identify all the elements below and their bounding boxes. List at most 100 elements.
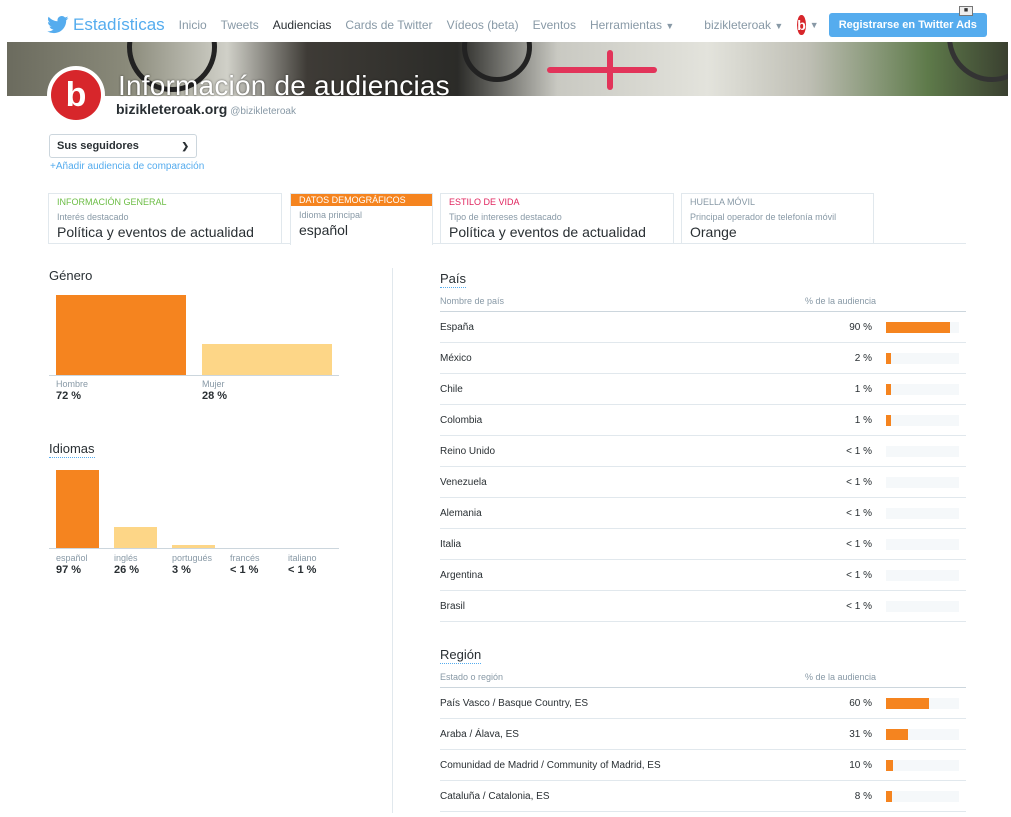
tab-head: INFORMACIÓN GENERAL <box>57 197 167 207</box>
table-row: Brasil < 1 % <box>440 591 966 622</box>
percentage-bar-track <box>886 729 959 740</box>
region-name: Cataluña / Catalonia, ES <box>440 791 550 802</box>
country-pct: < 1 % <box>846 539 872 550</box>
table-row: España 90 % <box>440 312 966 343</box>
tab-datos-demograficos[interactable]: DATOS DEMOGRÁFICOS Idioma principal espa… <box>290 193 433 245</box>
gender-bar-1 <box>202 344 332 375</box>
account-menu[interactable]: bizikleteroak ▼ <box>704 18 783 32</box>
gender-chart <box>56 288 339 375</box>
percentage-bar-track <box>886 791 959 802</box>
percentage-bar <box>886 760 893 771</box>
region-name: Comunidad de Madrid / Community of Madri… <box>440 760 661 771</box>
tab-sub: Tipo de intereses destacado <box>449 212 562 222</box>
bike-wheel-image <box>947 42 1008 82</box>
chevron-down-icon: ▼ <box>665 21 675 31</box>
profile-name[interactable]: bizikleteroak.org @bizikleteroak <box>116 101 296 117</box>
country-name: Brasil <box>440 601 466 612</box>
region-pct: 10 % <box>849 760 872 771</box>
tab-huella-movil[interactable]: HUELLA MÓVIL Principal operador de telef… <box>681 193 874 244</box>
country-pct: 1 % <box>854 415 872 426</box>
bike-rack-image <box>607 50 613 90</box>
country-name: Argentina <box>440 570 483 581</box>
tab-estilo-de-vida[interactable]: ESTILO DE VIDA Tipo de intereses destaca… <box>440 193 674 244</box>
table-row: Cataluña / Catalonia, ES 8 % <box>440 781 966 812</box>
country-col-pct: % de la audiencia <box>805 296 877 306</box>
country-pct: 2 % <box>854 353 872 364</box>
percentage-bar-track <box>886 322 959 333</box>
country-col-name: Nombre de país <box>440 296 505 306</box>
region-pct: 60 % <box>849 698 872 709</box>
table-row: Araba / Álava, ES 31 % <box>440 719 966 750</box>
chevron-down-icon: ▼ <box>774 21 784 31</box>
percentage-bar-track <box>886 384 959 395</box>
tab-value: Política y eventos de actualidad <box>57 224 254 240</box>
gender-axis <box>49 375 339 376</box>
audience-select-value: Sus seguidores <box>57 140 139 152</box>
nav-herramientas-label: Herramientas <box>589 18 662 32</box>
nav-inicio[interactable]: Inicio <box>179 18 207 32</box>
table-row: País Vasco / Basque Country, ES 60 % <box>440 688 966 719</box>
nav-eventos[interactable]: Eventos <box>533 18 576 32</box>
tab-head: HUELLA MÓVIL <box>690 197 756 207</box>
percentage-bar <box>886 322 950 333</box>
tab-sub: Idioma principal <box>299 210 363 220</box>
gender-title: Género <box>49 268 93 283</box>
region-col-name: Estado o región <box>440 672 504 682</box>
percentage-bar <box>886 384 891 395</box>
nav-audiencias[interactable]: Audiencias <box>273 18 332 32</box>
languages-title: Idiomas <box>49 441 95 458</box>
lang-pct-frances: < 1 % <box>230 564 259 576</box>
lang-label-frances: francés <box>230 553 260 563</box>
country-name: España <box>440 322 474 333</box>
percentage-bar-track <box>886 353 959 364</box>
region-pct: 8 % <box>854 791 872 802</box>
twitter-ads-signup-button[interactable]: Registrarse en Twitter Ads <box>828 13 987 37</box>
percentage-bar-track <box>886 508 959 519</box>
table-row: Comunidad de Madrid / Community of Madri… <box>440 750 966 781</box>
profile-avatar: b <box>47 66 105 124</box>
tab-head: DATOS DEMOGRÁFICOS <box>291 194 432 206</box>
country-pct: < 1 % <box>846 477 872 488</box>
profile-avatar-logo: b <box>51 70 101 120</box>
nav-cards[interactable]: Cards de Twitter <box>345 18 432 32</box>
table-row: Argentina < 1 % <box>440 560 966 591</box>
percentage-bar <box>886 353 891 364</box>
brand[interactable]: Estadísticas <box>47 15 179 35</box>
percentage-bar-track <box>886 601 959 612</box>
chevron-down-icon[interactable]: ▼ <box>810 20 819 30</box>
gender-label-mujer: Mujer <box>202 379 225 389</box>
add-comparison-link[interactable]: +Añadir audiencia de comparación <box>50 161 204 172</box>
country-pct: 1 % <box>854 384 872 395</box>
tab-sub: Interés destacado <box>57 212 129 222</box>
country-table: País Nombre de país % de la audiencia Es… <box>440 270 966 622</box>
nav-tweets[interactable]: Tweets <box>221 18 259 32</box>
country-name: Chile <box>440 384 463 395</box>
audience-select[interactable]: Sus seguidores ❯ <box>49 134 197 158</box>
tab-value: Política y eventos de actualidad <box>449 224 646 240</box>
percentage-bar-track <box>886 698 959 709</box>
percentage-bar-track <box>886 446 959 457</box>
region-table: Región Estado o región % de la audiencia… <box>440 646 966 812</box>
nav-videos[interactable]: Vídeos (beta) <box>447 18 519 32</box>
table-row: Venezuela < 1 % <box>440 467 966 498</box>
table-row: Alemania < 1 % <box>440 498 966 529</box>
country-name: México <box>440 353 472 364</box>
percentage-bar <box>886 791 892 802</box>
region-rows: País Vasco / Basque Country, ES 60 % Araba… <box>440 688 966 812</box>
tab-value: Orange <box>690 224 737 240</box>
account-avatar[interactable]: b <box>797 15 806 35</box>
table-row: Italia < 1 % <box>440 529 966 560</box>
tab-informacion-general[interactable]: INFORMACIÓN GENERAL Interés destacado Po… <box>48 193 282 244</box>
country-pct: < 1 % <box>846 601 872 612</box>
nav-herramientas[interactable]: Herramientas ▼ <box>590 18 674 32</box>
region-title: Región <box>440 647 482 664</box>
bike-rack-image <box>547 67 657 73</box>
country-table-header: Nombre de país % de la audiencia <box>440 294 966 312</box>
table-row: Chile 1 % <box>440 374 966 405</box>
tab-value: español <box>299 222 349 238</box>
language-bar-1 <box>114 527 157 548</box>
percentage-bar-track <box>886 760 959 771</box>
window-control-icon[interactable]: ■ <box>959 6 973 16</box>
gender-pct-hombre: 72 % <box>56 390 82 402</box>
top-nav: Estadísticas Inicio Tweets Audiencias Ca… <box>39 8 987 42</box>
